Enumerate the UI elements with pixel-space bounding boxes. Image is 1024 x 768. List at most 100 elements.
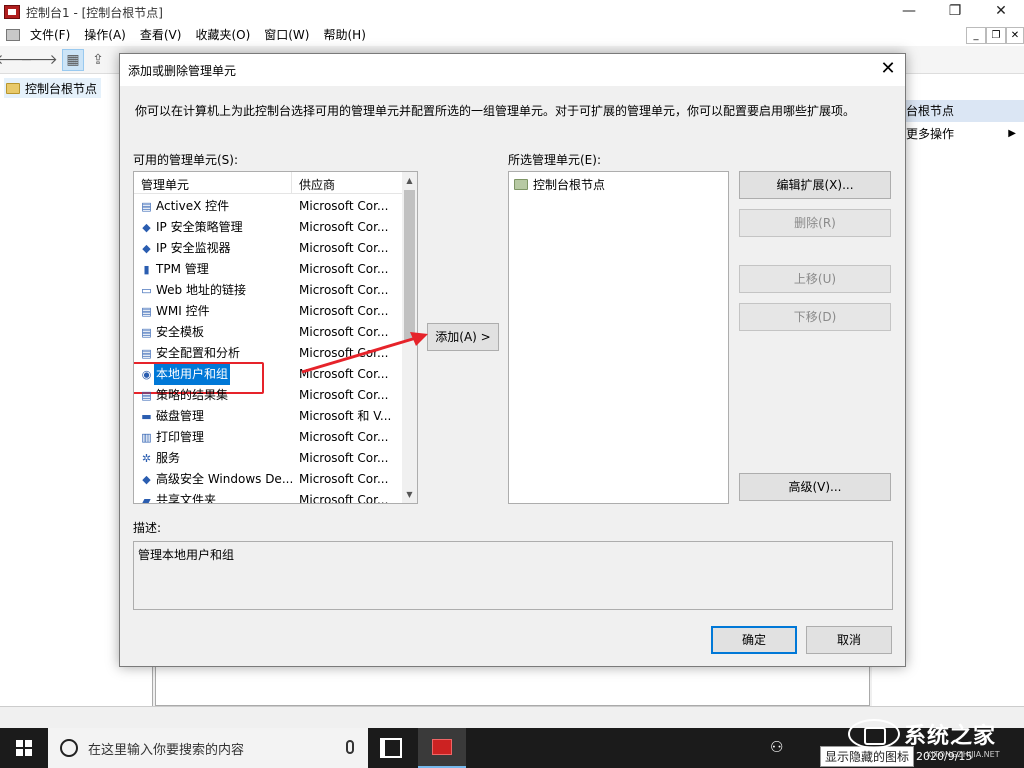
snapin-name: 共享文件夹 <box>156 493 217 504</box>
cancel-button[interactable]: 取消 <box>806 626 892 654</box>
menu-help[interactable]: 帮助(H) <box>316 24 372 46</box>
snapin-row[interactable]: ▤ 安全模板 Microsoft Cor... <box>134 322 402 343</box>
snapin-vendor: Microsoft Cor... <box>299 388 389 402</box>
disk-icon: ▬ <box>141 410 152 423</box>
windows-logo-icon <box>16 740 32 756</box>
snapin-row[interactable]: ◆ IP 安全策略管理 Microsoft Cor... <box>134 217 402 238</box>
snapin-name: 高级安全 Windows De... <box>156 472 294 486</box>
task-view-icon[interactable] <box>380 738 402 758</box>
snapin-row[interactable]: ▤ WMI 控件 Microsoft Cor... <box>134 301 402 322</box>
snapin-vendor: Microsoft Cor... <box>299 262 389 276</box>
add-button[interactable]: 添加(A) > <box>427 323 499 351</box>
snapin-row[interactable]: ▤ 策略的结果集 Microsoft Cor... <box>134 385 402 406</box>
snapin-vendor: Microsoft Cor... <box>299 283 389 297</box>
snapin-vendor: Microsoft Cor... <box>299 472 389 486</box>
menu-action[interactable]: 操作(A) <box>77 24 133 46</box>
tree-node-label: 控制台根节点 <box>25 81 98 96</box>
security-template-icon: ▤ <box>141 326 152 339</box>
column-separator[interactable] <box>291 172 292 194</box>
add-remove-snapins-dialog: 添加或删除管理单元 ✕ 你可以在计算机上为此控制台选择可用的管理单元并配置所选的… <box>119 53 906 667</box>
mdi-restore-icon[interactable]: ❐ <box>986 27 1006 44</box>
snapin-row[interactable]: ▮ TPM 管理 Microsoft Cor... <box>134 259 402 280</box>
snapin-row[interactable]: ◉ 本地用户和组 Microsoft Cor... <box>134 362 402 394</box>
snapin-vendor: Microsoft Cor... <box>299 367 389 381</box>
watermark: 系统之家 <box>848 718 1024 750</box>
scroll-down-icon[interactable]: ▼ <box>402 486 417 503</box>
menu-file[interactable]: 文件(F) <box>23 24 77 46</box>
snapin-name: Web 地址的链接 <box>156 283 246 297</box>
dialog-close-icon[interactable]: ✕ <box>871 54 905 86</box>
chevron-right-icon: ▶ <box>1008 128 1016 139</box>
ip-security-monitor-icon: ◆ <box>142 242 151 255</box>
actions-more-label: 更多操作 <box>906 127 955 141</box>
snapin-row[interactable]: ▬ 磁盘管理 Microsoft 和 V... <box>134 406 402 427</box>
snapin-row[interactable]: ▤ ActiveX 控件 Microsoft Cor... <box>134 196 402 217</box>
web-link-icon: ▭ <box>141 284 152 297</box>
move-up-button: 上移(U) <box>739 265 891 293</box>
selected-item-console-root[interactable]: 控制台根节点 <box>514 175 605 193</box>
people-icon[interactable]: ⚇ <box>770 738 783 756</box>
snapin-vendor: Microsoft Cor... <box>299 199 389 213</box>
taskbar-mmc-app[interactable] <box>418 728 466 768</box>
services-icon: ✲ <box>141 452 152 465</box>
watermark-logo-icon <box>848 719 900 749</box>
snapin-name: IP 安全策略管理 <box>156 220 243 234</box>
snapin-row[interactable]: ◆ IP 安全监视器 Microsoft Cor... <box>134 238 402 259</box>
microphone-icon[interactable] <box>346 740 354 754</box>
window-title: 控制台1 - [控制台根节点] <box>26 5 163 20</box>
menu-window[interactable]: 窗口(W) <box>257 24 316 46</box>
scroll-up-icon[interactable]: ▲ <box>402 172 417 189</box>
policy-results-icon: ▤ <box>141 389 152 402</box>
close-icon[interactable]: ✕ <box>978 0 1024 24</box>
wmi-icon: ▤ <box>141 305 152 318</box>
console-tree-icon[interactable]: ▦ <box>62 48 84 71</box>
advanced-button[interactable]: 高级(V)... <box>739 473 891 501</box>
print-icon: ▥ <box>141 431 152 444</box>
security-config-icon: ▤ <box>141 347 152 360</box>
snapin-row[interactable]: ▤ 安全配置和分析 Microsoft Cor... <box>134 343 402 364</box>
remove-button: 删除(R) <box>739 209 891 237</box>
move-down-button: 下移(D) <box>739 303 891 331</box>
snapin-row[interactable]: ◆ 高级安全 Windows De... Microsoft Cor... <box>134 469 402 490</box>
start-button[interactable] <box>0 728 48 768</box>
snapin-name: 服务 <box>156 451 181 465</box>
description-label: 描述: <box>133 521 162 535</box>
dialog-title: 添加或删除管理单元 <box>128 64 237 78</box>
snapin-name: 磁盘管理 <box>156 409 205 423</box>
console-menu-icon[interactable] <box>6 29 20 41</box>
export-list-icon[interactable]: ⇪ <box>87 49 109 71</box>
selected-snapins-label: 所选管理单元(E): <box>508 153 601 167</box>
ip-security-policy-icon: ◆ <box>142 221 151 234</box>
snapin-row[interactable]: ▭ Web 地址的链接 Microsoft Cor... <box>134 280 402 301</box>
scroll-thumb[interactable] <box>404 190 415 340</box>
mdi-minimize-icon[interactable]: _ <box>966 27 986 44</box>
snapin-name: 策略的结果集 <box>156 388 229 402</box>
window-titlebar: 控制台1 - [控制台根节点] <box>0 0 1024 24</box>
search-placeholder: 在这里输入你要搜索的内容 <box>88 742 245 758</box>
edit-extensions-button[interactable]: 编辑扩展(X)... <box>739 171 891 199</box>
tree-node-console-root[interactable]: 控制台根节点 <box>4 78 102 98</box>
menu-favorites[interactable]: 收藏夹(O) <box>188 24 257 46</box>
mdi-close-icon[interactable]: ✕ <box>1006 27 1024 44</box>
minimize-icon[interactable]: — <box>886 0 932 24</box>
selected-snapins-list[interactable]: 控制台根节点 <box>508 171 729 504</box>
ok-button[interactable]: 确定 <box>711 626 797 654</box>
snapin-row[interactable]: ✲ 服务 Microsoft Cor... <box>134 448 402 469</box>
restore-icon[interactable]: ❐ <box>932 0 978 24</box>
taskbar-search-box[interactable]: 在这里输入你要搜索的内容 <box>48 728 368 768</box>
snapin-row[interactable]: ▥ 打印管理 Microsoft Cor... <box>134 427 402 448</box>
column-header-vendor[interactable]: 供应商 <box>299 176 335 193</box>
snapin-row[interactable]: ▰ 共享文件夹 Microsoft Cor... <box>134 490 402 504</box>
snapin-vendor: Microsoft Cor... <box>299 304 389 318</box>
menu-view[interactable]: 查看(V) <box>133 24 189 46</box>
available-snapins-list[interactable]: 管理单元 供应商 ▤ ActiveX 控件 Microsoft Cor... ◆ IP … <box>133 171 418 504</box>
tpm-icon: ▮ <box>143 263 150 276</box>
list-scrollbar[interactable]: ▲ ▼ <box>402 172 417 503</box>
description-value: 管理本地用户和组 <box>138 548 235 562</box>
mmc-taskbar-icon <box>432 739 452 755</box>
forward-icon[interactable]: 🡒 <box>20 49 58 71</box>
snapin-name: TPM 管理 <box>156 262 209 276</box>
menubar: 文件(F) 操作(A) 查看(V) 收藏夹(O) 窗口(W) 帮助(H) <box>0 24 1024 46</box>
snapin-name: WMI 控件 <box>156 304 210 318</box>
column-header-snapin[interactable]: 管理单元 <box>141 176 189 193</box>
